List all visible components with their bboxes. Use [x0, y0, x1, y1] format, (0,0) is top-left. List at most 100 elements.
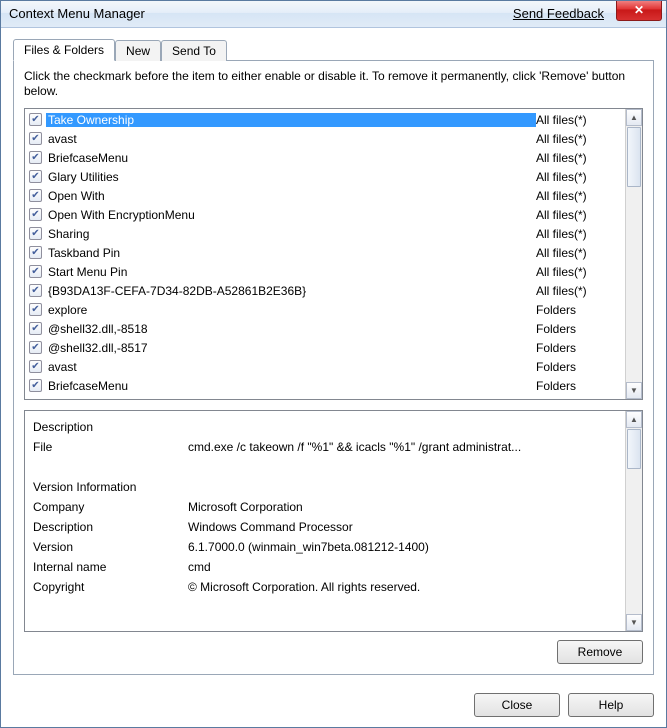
titlebar-right: Send Feedback ✕ [513, 6, 666, 21]
list-item[interactable]: ✔BriefcaseMenuFolders [25, 376, 625, 395]
item-checkbox[interactable]: ✔ [29, 246, 42, 259]
scroll-down-button[interactable]: ▼ [626, 382, 642, 399]
item-checkbox[interactable]: ✔ [29, 151, 42, 164]
scroll-up-button[interactable]: ▲ [626, 411, 642, 428]
item-checkbox[interactable]: ✔ [29, 284, 42, 297]
item-checkbox[interactable]: ✔ [29, 322, 42, 335]
titlebar[interactable]: Context Menu Manager Send Feedback ✕ [1, 1, 666, 28]
item-type: Folders [536, 341, 621, 355]
list-item[interactable]: ✔ Open With EncryptionMenuAll files(*) [25, 205, 625, 224]
version-value: 6.1.7000.0 (winmain_win7beta.081212-1400… [188, 537, 617, 557]
item-type: All files(*) [536, 189, 621, 203]
scroll-track[interactable] [626, 188, 642, 382]
item-checkbox[interactable]: ✔ [29, 360, 42, 373]
window-close-button[interactable]: ✕ [616, 1, 662, 21]
list-inner: ✔Take OwnershipAll files(*)✔avastAll fil… [25, 109, 625, 399]
list-item[interactable]: ✔ Open WithAll files(*) [25, 186, 625, 205]
item-name: @shell32.dll,-8517 [46, 341, 536, 355]
internal-name-label: Internal name [33, 557, 188, 577]
item-checkbox[interactable]: ✔ [29, 170, 42, 183]
list-item[interactable]: ✔exploreFolders [25, 300, 625, 319]
item-checkbox[interactable]: ✔ [29, 265, 42, 278]
list-item[interactable]: ✔Glary UtilitiesAll files(*) [25, 167, 625, 186]
item-checkbox[interactable]: ✔ [29, 341, 42, 354]
item-type: All files(*) [536, 113, 621, 127]
tab-send-to[interactable]: Send To [161, 40, 227, 61]
check-icon: ✔ [31, 172, 39, 182]
item-name: Glary Utilities [46, 170, 536, 184]
item-name: @shell32.dll,-8518 [46, 322, 536, 336]
check-icon: ✔ [31, 362, 39, 372]
check-icon: ✔ [31, 267, 39, 277]
list-item[interactable]: ✔ Start Menu PinAll files(*) [25, 262, 625, 281]
item-type: All files(*) [536, 151, 621, 165]
company-value: Microsoft Corporation [188, 497, 617, 517]
item-type: All files(*) [536, 227, 621, 241]
section-description-label: Description [33, 417, 188, 437]
item-name: Open With EncryptionMenu [46, 208, 536, 222]
list-item[interactable]: ✔{B93DA13F-CEFA-7D34-82DB-A52861B2E36B}A… [25, 281, 625, 300]
item-name: explore [46, 303, 536, 317]
footer: Close Help [1, 685, 666, 727]
list-item[interactable]: ✔SharingAll files(*) [25, 224, 625, 243]
scroll-thumb[interactable] [627, 429, 641, 469]
details-inner: Description File cmd.exe /c takeown /f "… [25, 411, 625, 631]
remove-row: Remove [24, 640, 643, 664]
item-type: Folders [536, 379, 621, 393]
item-name: Start Menu Pin [46, 265, 536, 279]
app-window: Context Menu Manager Send Feedback ✕ Fil… [0, 0, 667, 728]
close-button[interactable]: Close [474, 693, 560, 717]
items-list[interactable]: ✔Take OwnershipAll files(*)✔avastAll fil… [24, 108, 643, 400]
item-checkbox[interactable]: ✔ [29, 379, 42, 392]
item-checkbox[interactable]: ✔ [29, 189, 42, 202]
list-item[interactable]: ✔ BriefcaseMenuAll files(*) [25, 148, 625, 167]
list-item[interactable]: ✔avastFolders [25, 357, 625, 376]
item-name: BriefcaseMenu [46, 151, 536, 165]
tab-new[interactable]: New [115, 40, 161, 61]
company-label: Company [33, 497, 188, 517]
remove-button[interactable]: Remove [557, 640, 643, 664]
item-name: Open With [46, 189, 536, 203]
check-icon: ✔ [31, 191, 39, 201]
send-feedback-link[interactable]: Send Feedback [513, 6, 604, 21]
item-checkbox[interactable]: ✔ [29, 113, 42, 126]
item-checkbox[interactable]: ✔ [29, 303, 42, 316]
list-item[interactable]: ✔ Taskband PinAll files(*) [25, 243, 625, 262]
list-item[interactable]: ✔ Take OwnershipAll files(*) [25, 110, 625, 129]
description-value: Windows Command Processor [188, 517, 617, 537]
internal-name-value: cmd [188, 557, 617, 577]
list-scrollbar[interactable]: ▲ ▼ [625, 109, 642, 399]
hint-text: Click the checkmark before the item to e… [24, 69, 643, 100]
check-icon: ✔ [31, 286, 39, 296]
file-label: File [33, 437, 188, 457]
details-scrollbar[interactable]: ▲ ▼ [625, 411, 642, 631]
check-icon: ✔ [31, 324, 39, 334]
item-name: Taskband Pin [46, 246, 536, 260]
help-button[interactable]: Help [568, 693, 654, 717]
copyright-value: © Microsoft Corporation. All rights rese… [188, 577, 617, 597]
item-checkbox[interactable]: ✔ [29, 132, 42, 145]
item-checkbox[interactable]: ✔ [29, 227, 42, 240]
scroll-thumb[interactable] [627, 127, 641, 187]
scroll-down-button[interactable]: ▼ [626, 614, 642, 631]
check-icon: ✔ [31, 343, 39, 353]
scroll-up-button[interactable]: ▲ [626, 109, 642, 126]
item-type: All files(*) [536, 284, 621, 298]
item-type: All files(*) [536, 265, 621, 279]
tab-panel: Click the checkmark before the item to e… [13, 60, 654, 675]
list-item[interactable]: ✔ avastAll files(*) [25, 129, 625, 148]
scroll-track[interactable] [626, 470, 642, 614]
item-name: avast [46, 132, 536, 146]
tab-row: Files & Folders New Send To [13, 38, 654, 60]
tab-files-folders[interactable]: Files & Folders [13, 39, 115, 61]
copyright-label: Copyright [33, 577, 188, 597]
list-item[interactable]: ✔ @shell32.dll,-8517Folders [25, 338, 625, 357]
check-icon: ✔ [31, 229, 39, 239]
item-type: All files(*) [536, 132, 621, 146]
item-type: All files(*) [536, 208, 621, 222]
item-type: All files(*) [536, 246, 621, 260]
item-type: Folders [536, 360, 621, 374]
list-item[interactable]: ✔@shell32.dll,-8518Folders [25, 319, 625, 338]
item-checkbox[interactable]: ✔ [29, 208, 42, 221]
item-name: Take Ownership [46, 113, 536, 127]
